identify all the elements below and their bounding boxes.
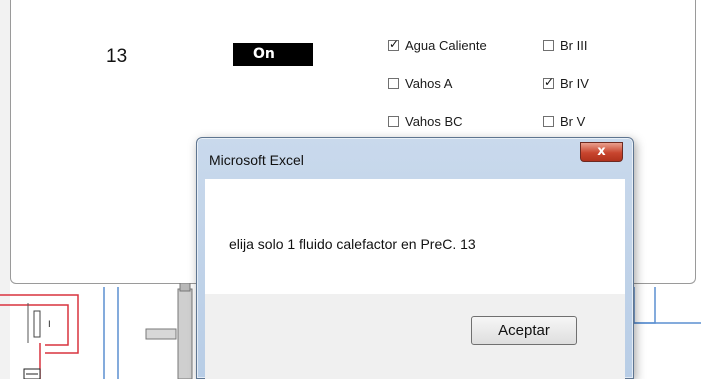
checkbox-label: Vahos A [405,76,453,91]
checkbox-br-iii[interactable]: Br III [543,38,587,53]
accept-button[interactable]: Aceptar [471,316,577,345]
row-number-cell: 13 [106,46,128,67]
checkbox-label: Br III [560,38,588,53]
checkbox-label: Br IV [560,76,589,91]
excel-screen: 13 On ✓ Agua Caliente Vahos A Vahos BC B… [0,0,701,379]
checkbox-box[interactable] [388,116,399,127]
dialog-body: elija solo 1 fluido calefactor en PreC. … [205,179,625,294]
equipment-part [145,328,177,340]
checkbox-label: Br V [560,114,586,129]
close-button[interactable]: x [580,142,623,162]
close-icon: x [597,144,606,159]
valve-mark: I [48,320,51,330]
checkbox-box[interactable] [543,116,554,127]
check-icon: ✓ [389,37,400,51]
checkbox-br-iv[interactable]: ✓ Br IV [543,76,589,91]
message-dialog: Microsoft Excel x elija solo 1 fluido ca… [196,137,634,379]
checkbox-box[interactable]: ✓ [388,37,400,51]
checkbox-box[interactable]: ✓ [543,75,555,89]
checkbox-label: Vahos BC [405,114,463,129]
dialog-footer: Aceptar [205,294,625,379]
checkbox-box[interactable] [543,40,554,51]
checkbox-br-v[interactable]: Br V [543,114,585,129]
on-status-indicator[interactable]: On [233,43,313,66]
dialog-title: Microsoft Excel [209,152,304,168]
checkbox-box[interactable] [388,78,399,89]
checkbox-agua-caliente[interactable]: ✓ Agua Caliente [388,38,487,53]
dialog-message: elija solo 1 fluido calefactor en PreC. … [229,236,476,252]
check-icon: ✓ [544,75,555,89]
blue-pipe [633,287,656,324]
checkbox-vahos-a[interactable]: Vahos A [388,76,452,91]
equipment-column [177,288,193,379]
checkbox-vahos-bc[interactable]: Vahos BC [388,114,463,129]
checkbox-label: Agua Caliente [405,38,487,53]
valve-body [33,310,41,338]
